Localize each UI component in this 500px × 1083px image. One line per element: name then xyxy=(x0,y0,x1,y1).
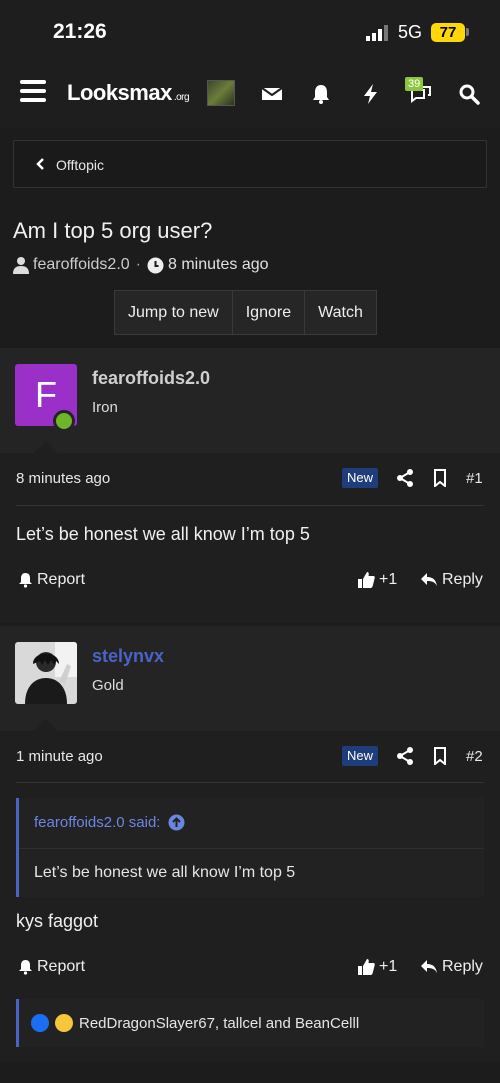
meta-separator: · xyxy=(135,256,141,273)
site-logo[interactable]: Looksmax .org xyxy=(67,80,190,106)
envelope-icon[interactable] xyxy=(260,82,284,106)
post-divider xyxy=(16,782,484,783)
post-username[interactable]: stelynvx xyxy=(92,646,164,667)
reactions-bar[interactable]: RedDragonSlayer67, tallcel and BeanCelll xyxy=(16,999,484,1047)
menu-icon[interactable] xyxy=(20,80,46,106)
post-number[interactable]: #1 xyxy=(466,470,483,487)
reply-label: Reply xyxy=(442,958,483,975)
reply-icon xyxy=(421,573,437,586)
post-body: kys faggot xyxy=(16,911,99,931)
new-badge: New xyxy=(342,468,379,488)
reply-label: Reply xyxy=(442,571,483,588)
bookmark-icon[interactable] xyxy=(431,747,449,765)
post-2-user-band: stelynvx Gold xyxy=(0,626,500,731)
quote-separator xyxy=(19,848,484,849)
logo-suffix: .org xyxy=(173,92,190,103)
user-arrow xyxy=(34,719,58,731)
watch-button[interactable]: Watch xyxy=(305,291,376,334)
post-body: Let’s be honest we all know I’m top 5 xyxy=(16,524,310,544)
report-button[interactable]: Report xyxy=(18,958,85,976)
search-icon[interactable] xyxy=(457,82,481,106)
post-1-user-band: F fearoffoids2.0 Iron xyxy=(0,348,500,453)
reply-button[interactable]: Reply xyxy=(420,571,483,589)
user-arrow xyxy=(34,441,58,453)
clock-icon xyxy=(147,257,164,273)
like-reaction-icon xyxy=(31,1014,49,1032)
report-label: Report xyxy=(37,958,86,975)
thumbs-up-icon xyxy=(358,959,375,975)
signal-icon xyxy=(366,25,388,41)
battery-icon: 77 xyxy=(431,23,465,42)
reply-button[interactable]: Reply xyxy=(420,958,483,976)
chevron-left-icon xyxy=(36,158,44,170)
plus-one-label: +1 xyxy=(379,958,398,975)
post-time[interactable]: 8 minutes ago xyxy=(16,470,110,487)
reactions-text: RedDragonSlayer67, tallcel and BeanCelll xyxy=(79,1014,360,1032)
post-username[interactable]: fearoffoids2.0 xyxy=(92,368,210,389)
ignore-button[interactable]: Ignore xyxy=(233,291,306,334)
bell-icon[interactable] xyxy=(309,82,333,106)
online-indicator xyxy=(53,410,75,432)
breadcrumb[interactable]: Offtopic xyxy=(13,140,487,188)
user-title: Gold xyxy=(92,677,124,694)
bell-icon xyxy=(19,573,32,588)
bookmark-icon[interactable] xyxy=(431,469,449,487)
post-time[interactable]: 1 minute ago xyxy=(16,748,103,765)
bell-icon xyxy=(19,960,32,975)
share-icon[interactable] xyxy=(396,747,414,765)
report-label: Report xyxy=(37,571,86,588)
reply-icon xyxy=(421,960,437,973)
lightning-icon[interactable] xyxy=(359,82,383,106)
jump-to-new-button[interactable]: Jump to new xyxy=(115,291,233,334)
thread-meta: fearoffoids2.0 · 8 minutes ago xyxy=(13,256,269,274)
thread-author[interactable]: fearoffoids2.0 xyxy=(33,256,130,274)
top-nav: Looksmax .org 39 xyxy=(0,62,500,127)
quote-block: fearoffoids2.0 said: Let’s be honest we … xyxy=(16,798,484,897)
alerts-badge: 39 xyxy=(405,77,424,91)
clock: 21:26 xyxy=(53,20,107,43)
quote-body: Let’s be honest we all know I’m top 5 xyxy=(34,864,296,881)
user-icon xyxy=(13,257,29,274)
avatar[interactable] xyxy=(15,642,77,704)
thread-title: Am I top 5 org user? xyxy=(13,218,213,243)
share-icon[interactable] xyxy=(396,469,414,487)
arrow-up-circle-icon[interactable] xyxy=(168,814,185,831)
thread-age: 8 minutes ago xyxy=(168,256,269,273)
post-number[interactable]: #2 xyxy=(466,748,483,765)
logo-text: Looksmax xyxy=(67,80,172,105)
post-divider xyxy=(16,505,484,506)
plus-one-label: +1 xyxy=(379,571,398,588)
laughing-reaction-icon xyxy=(55,1014,73,1032)
battery-tip xyxy=(466,28,469,36)
thumbs-up-icon xyxy=(358,572,375,588)
plus-one-button[interactable]: +1 xyxy=(357,958,397,976)
plus-one-button[interactable]: +1 xyxy=(357,571,397,589)
breadcrumb-label: Offtopic xyxy=(56,157,104,173)
report-button[interactable]: Report xyxy=(18,571,85,589)
quote-header[interactable]: fearoffoids2.0 said: xyxy=(34,814,185,831)
thread-actions: Jump to new Ignore Watch xyxy=(114,290,377,335)
network-type: 5G xyxy=(398,22,423,42)
status-bar: 21:26 5G 77 xyxy=(0,0,500,62)
quote-author: fearoffoids2.0 said: xyxy=(34,814,161,831)
user-title: Iron xyxy=(92,399,118,416)
user-avatar-thumbnail[interactable] xyxy=(207,80,235,106)
new-badge: New xyxy=(342,746,379,766)
